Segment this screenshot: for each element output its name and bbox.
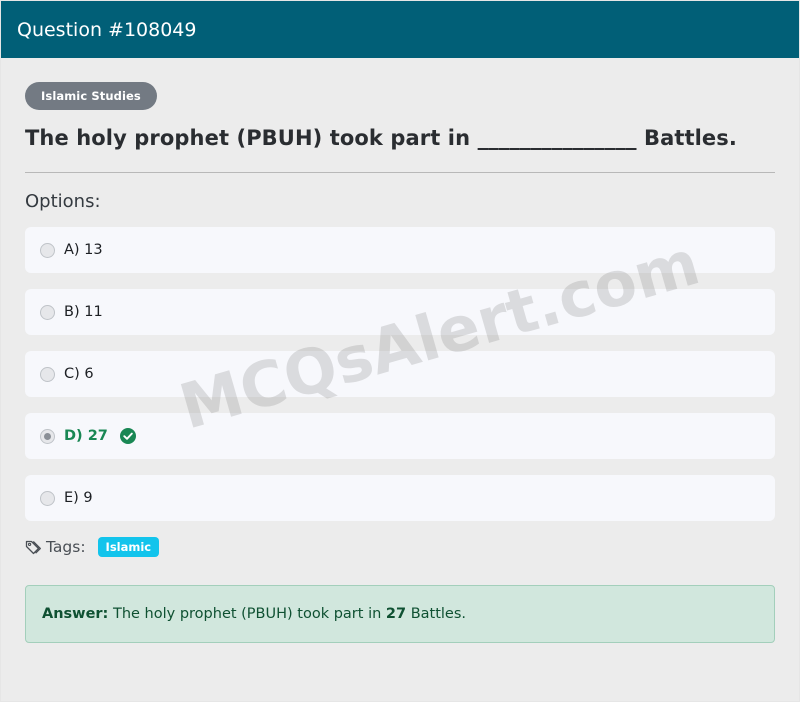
answer-text-before: The holy prophet (PBUH) took part in [108,606,386,622]
card-header: Question #108049 [1,1,799,58]
answer-value: 27 [385,606,407,622]
question-card: Question #108049 Islamic Studies The hol… [0,0,800,702]
answer-text-after: Battles. [406,606,467,622]
option-e[interactable]: E) 9 [25,475,775,521]
radio-button[interactable] [40,366,55,382]
card-body: Islamic Studies The holy prophet (PBUH) … [1,58,799,643]
radio-button[interactable] [40,304,55,320]
answer-prefix: Answer: [42,606,109,622]
question-title: The holy prophet (PBUH) took part in ___… [25,126,737,150]
option-label: D) 27 [64,428,108,444]
answer-box: Answer: The holy prophet (PBUH) took par… [25,585,775,643]
tag-islamic[interactable]: Islamic [97,537,160,557]
radio-button[interactable] [40,242,55,258]
tags-row: Tags: Islamic [25,537,775,557]
question-number-title: Question #108049 [17,18,197,41]
divider [25,172,775,173]
tags-icon [25,539,42,556]
option-d[interactable]: D) 27 [25,413,775,459]
options-list: A) 13 B) 11 C) 6 D) 27 E) 9 [25,227,775,521]
category-badge[interactable]: Islamic Studies [25,82,157,110]
option-b[interactable]: B) 11 [25,289,775,335]
option-a[interactable]: A) 13 [25,227,775,273]
check-circle-icon [119,428,136,444]
option-label: B) 11 [64,304,103,320]
options-label: Options: [25,191,101,212]
tags-label: Tags: [46,538,86,556]
radio-button[interactable] [40,490,55,506]
option-label: C) 6 [64,366,94,382]
radio-button-selected[interactable] [40,428,55,444]
option-c[interactable]: C) 6 [25,351,775,397]
option-label: E) 9 [64,490,93,506]
option-label: A) 13 [64,242,103,258]
